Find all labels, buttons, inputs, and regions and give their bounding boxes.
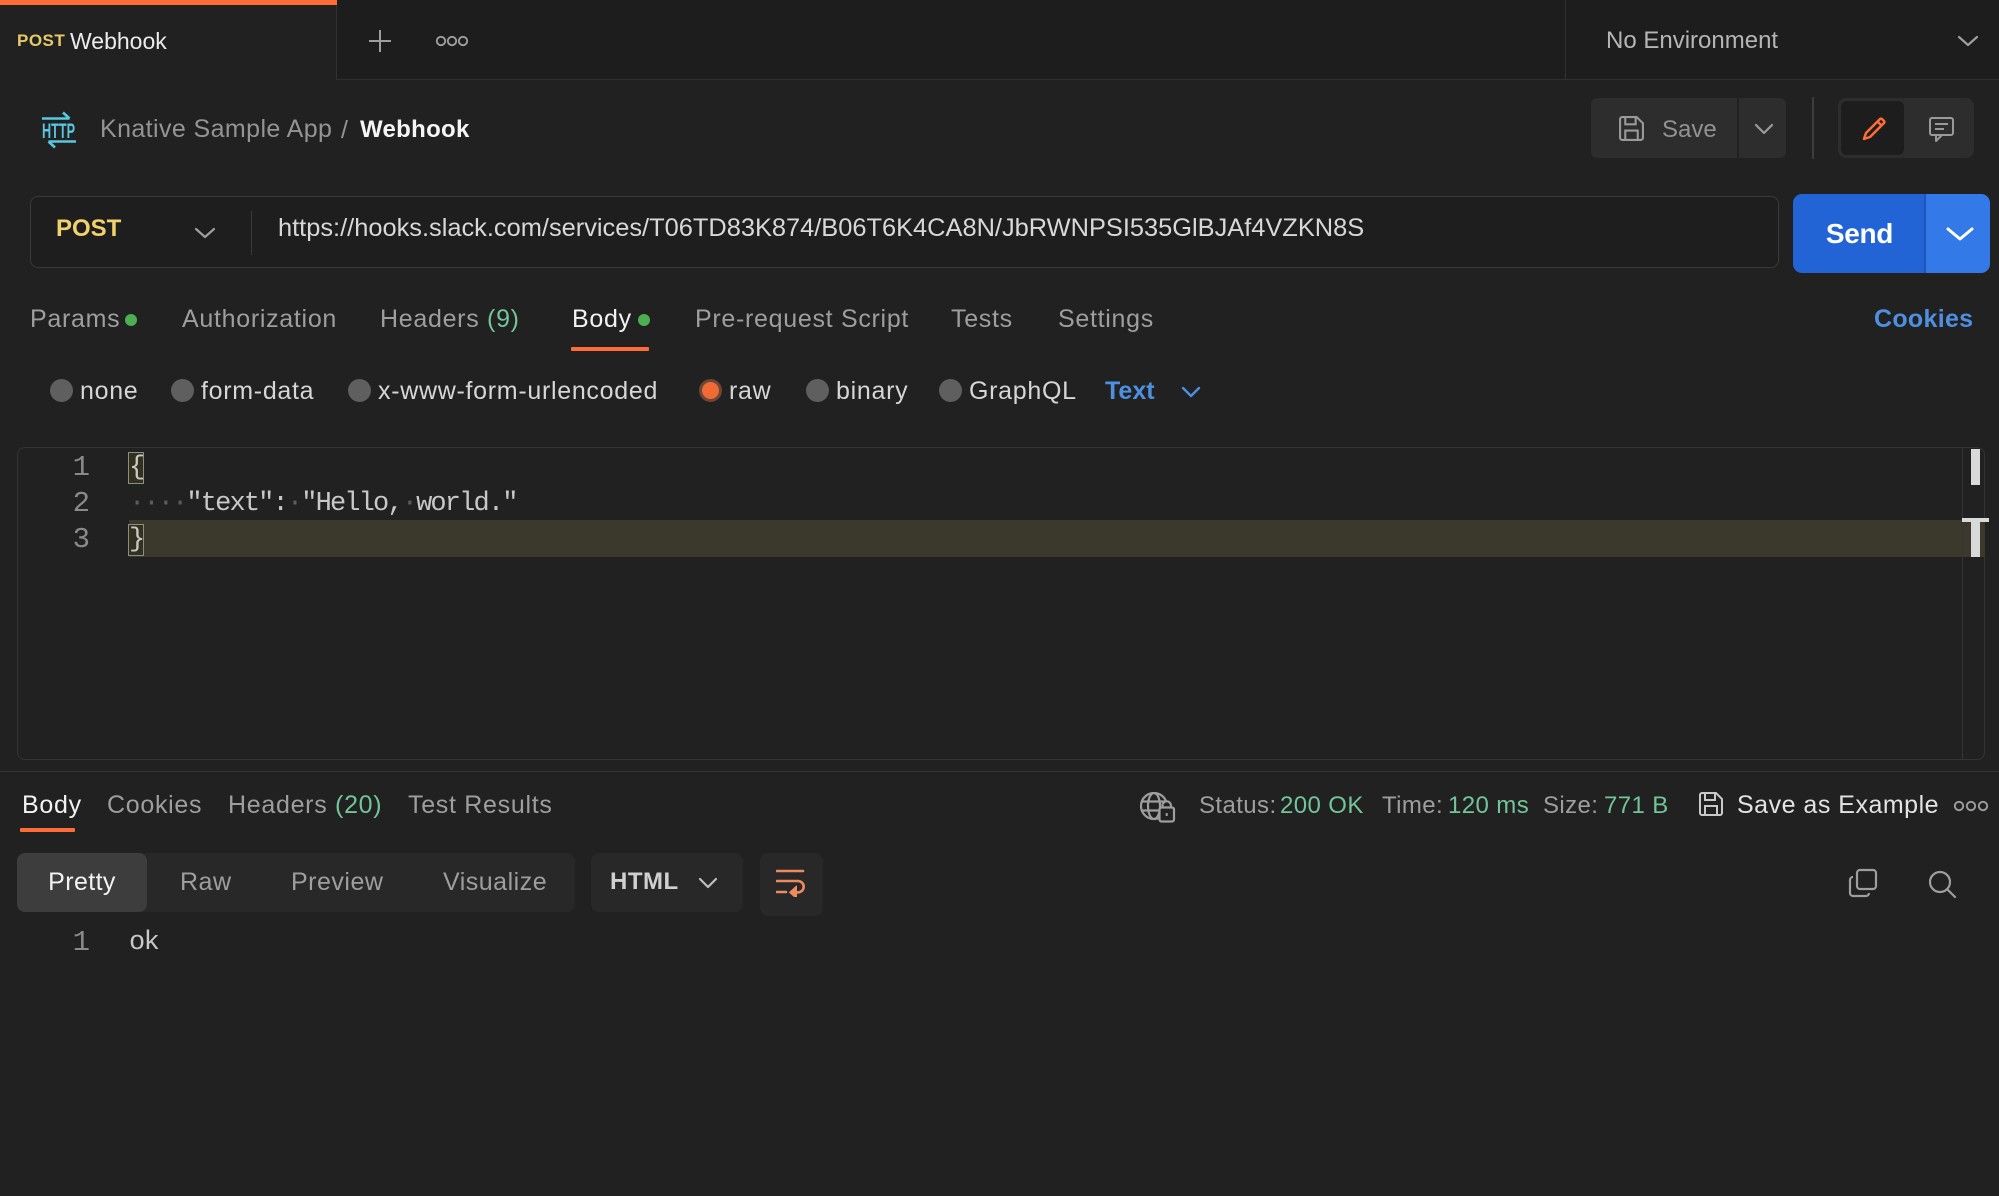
svg-text:HTTP: HTTP bbox=[42, 120, 75, 143]
